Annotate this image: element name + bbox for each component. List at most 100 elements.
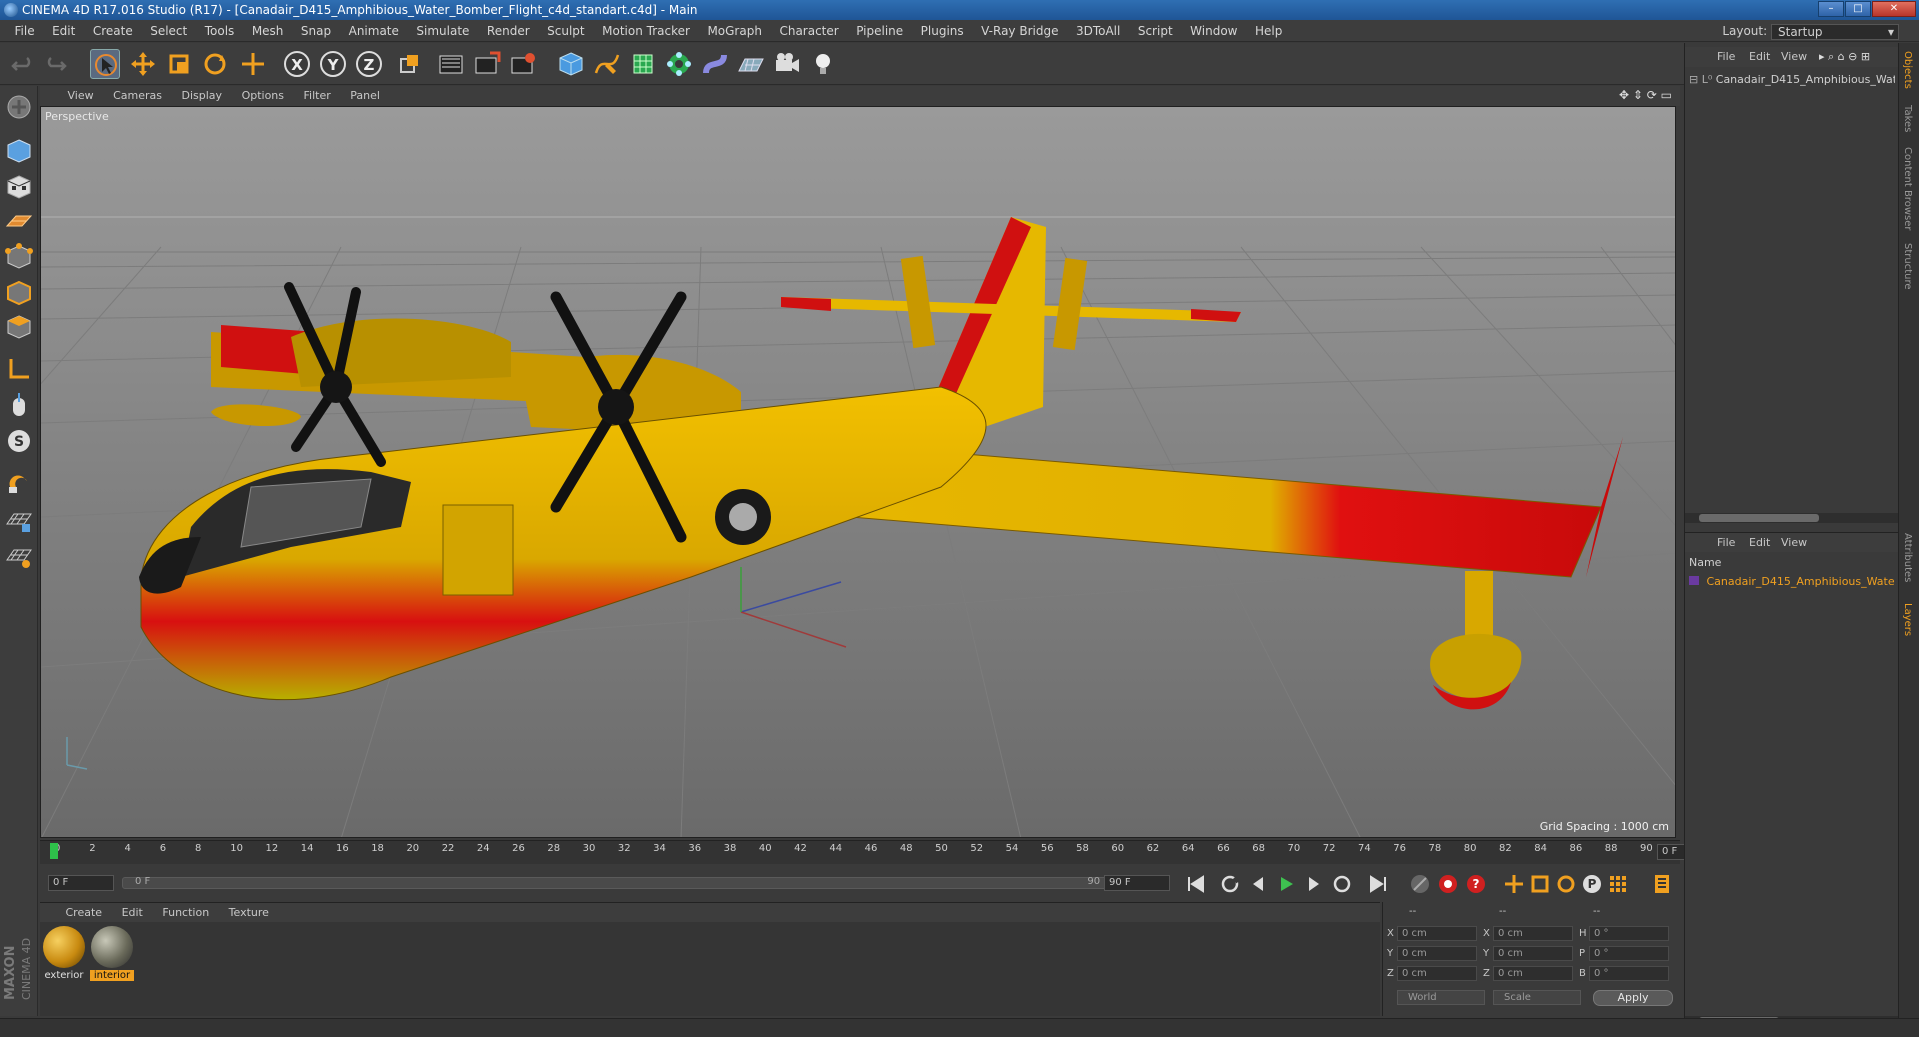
layer-menu-view[interactable]: View [1781, 533, 1807, 553]
menu-render[interactable]: Render [480, 20, 537, 42]
minimize-button[interactable]: – [1818, 1, 1844, 17]
motion-record-icon[interactable] [1408, 872, 1432, 896]
menu-create[interactable]: Create [86, 20, 140, 42]
menu-pipeline[interactable]: Pipeline [849, 20, 910, 42]
scale-tool-icon[interactable] [164, 49, 194, 79]
maximize-button[interactable]: □ [1845, 1, 1871, 17]
object-row[interactable]: ⊟ L⁰ Canadair_D415_Amphibious_Water_Bomb… [1689, 73, 1895, 86]
preview-range-slider[interactable]: 0 F 90 F [122, 876, 1122, 889]
recent-tool-icon[interactable] [238, 49, 268, 79]
texture-mode-icon[interactable] [4, 172, 34, 202]
go-to-start-icon[interactable] [1184, 872, 1208, 896]
side-tab-attributes[interactable]: Attributes [1902, 533, 1913, 582]
menu-select[interactable]: Select [143, 20, 194, 42]
rotation-b-field[interactable]: 0 ° [1589, 966, 1669, 981]
side-tab-takes[interactable]: Takes [1902, 105, 1913, 132]
next-keyframe-icon[interactable] [1330, 872, 1354, 896]
key-pla-icon[interactable] [1606, 872, 1630, 896]
menu-mograph[interactable]: MoGraph [700, 20, 769, 42]
menu-3dtoall[interactable]: 3DToAll [1069, 20, 1127, 42]
record-active-objects-icon[interactable] [1436, 872, 1460, 896]
material-menu-function[interactable]: Function [154, 903, 217, 923]
menu-sculpt[interactable]: Sculpt [540, 20, 591, 42]
side-tab-objects[interactable]: Objects [1902, 51, 1913, 89]
object-manager-scrollbar[interactable] [1685, 513, 1899, 523]
size-y-field[interactable]: 0 cm [1493, 946, 1573, 961]
autokeying-icon[interactable]: ? [1464, 872, 1488, 896]
position-x-field[interactable]: 0 cm [1397, 926, 1477, 941]
coordinate-mode-dropdown[interactable]: World [1397, 990, 1485, 1005]
render-settings-icon[interactable] [508, 49, 538, 79]
polygons-mode-icon[interactable] [4, 312, 34, 342]
undo-icon[interactable] [8, 49, 38, 79]
locked-workplane-icon[interactable] [4, 506, 34, 536]
side-tab-structure[interactable]: Structure [1902, 243, 1913, 290]
size-z-field[interactable]: 0 cm [1493, 966, 1573, 981]
timeline-playhead[interactable] [50, 843, 58, 859]
menu-animate[interactable]: Animate [342, 20, 406, 42]
y-axis-lock-icon[interactable]: Y [318, 49, 348, 79]
material-menu-edit[interactable]: Edit [114, 903, 151, 923]
size-x-field[interactable]: 0 cm [1493, 926, 1573, 941]
menu-simulate[interactable]: Simulate [409, 20, 476, 42]
menu-vray-bridge[interactable]: V-Ray Bridge [974, 20, 1065, 42]
next-frame-icon[interactable] [1302, 872, 1326, 896]
live-selection-icon[interactable] [90, 49, 120, 79]
cube-primitive-icon[interactable] [556, 49, 586, 79]
end-frame-field[interactable]: 90 F [1104, 875, 1170, 891]
layout-dropdown[interactable]: Startup ▾ [1771, 24, 1899, 40]
spline-pen-icon[interactable] [592, 49, 622, 79]
tweak-mode-icon[interactable] [4, 390, 34, 420]
workplane-grid-icon[interactable] [4, 542, 34, 572]
apply-button[interactable]: Apply [1593, 990, 1673, 1006]
menu-file[interactable]: File [8, 20, 42, 42]
viewport-menu-panel[interactable]: Panel [342, 86, 388, 106]
object-manager-tools-icons[interactable]: ▸ ⌕ ⌂ ⊖ ⊞ [1819, 47, 1870, 67]
object-menu-edit[interactable]: Edit [1749, 47, 1770, 67]
viewport-menu-options[interactable]: Options [234, 86, 292, 106]
redo-icon[interactable] [40, 49, 70, 79]
side-tab-layers[interactable]: Layers [1902, 603, 1913, 636]
viewport-menu-view[interactable]: View [60, 86, 102, 106]
layer-row[interactable]: Canadair_D415_Amphibious_Water_Bomber_Fl… [1689, 575, 1895, 588]
render-to-picture-viewer-icon[interactable] [472, 49, 502, 79]
magnet-icon[interactable] [4, 470, 34, 500]
x-axis-lock-icon[interactable]: X [282, 49, 312, 79]
light-icon[interactable] [808, 49, 838, 79]
material-exterior[interactable]: exterior [42, 926, 86, 981]
coordinate-system-icon[interactable] [394, 49, 424, 79]
previous-keyframe-icon[interactable] [1218, 872, 1242, 896]
subdivision-surface-icon[interactable] [628, 49, 658, 79]
object-menu-view[interactable]: View [1781, 47, 1807, 67]
menu-tools[interactable]: Tools [198, 20, 242, 42]
viewport-menu-display[interactable]: Display [174, 86, 231, 106]
key-parameter-icon[interactable]: P [1580, 872, 1604, 896]
key-position-icon[interactable] [1502, 872, 1526, 896]
floor-icon[interactable] [736, 49, 766, 79]
viewport-navigation-icons[interactable]: ✥ ⇕ ⟳ ▭ [1619, 88, 1672, 102]
key-scale-icon[interactable] [1528, 872, 1552, 896]
rotation-h-field[interactable]: 0 ° [1589, 926, 1669, 941]
key-rotation-icon[interactable] [1554, 872, 1578, 896]
menu-plugins[interactable]: Plugins [914, 20, 971, 42]
perspective-viewport[interactable]: Perspective Grid Spacing : 1000 cm [40, 106, 1676, 838]
model-mode-icon[interactable] [4, 136, 34, 166]
menu-character[interactable]: Character [772, 20, 845, 42]
axis-mode-icon[interactable] [4, 354, 34, 384]
material-menu-texture[interactable]: Texture [221, 903, 277, 923]
position-y-field[interactable]: 0 cm [1397, 946, 1477, 961]
menu-edit[interactable]: Edit [45, 20, 82, 42]
menu-mesh[interactable]: Mesh [245, 20, 291, 42]
edges-mode-icon[interactable] [4, 278, 34, 308]
points-mode-icon[interactable] [4, 242, 34, 272]
rotate-tool-icon[interactable] [200, 49, 230, 79]
layer-menu-edit[interactable]: Edit [1749, 533, 1770, 553]
layer-menu-file[interactable]: File [1717, 533, 1735, 553]
material-interior[interactable]: interior [90, 926, 134, 981]
menu-help[interactable]: Help [1248, 20, 1289, 42]
timeline-window-icon[interactable] [1650, 872, 1674, 896]
render-view-icon[interactable] [436, 49, 466, 79]
position-z-field[interactable]: 0 cm [1397, 966, 1477, 981]
timeline-ruler[interactable]: 0246810121416182022242628303234363840424… [40, 840, 1717, 864]
menu-script[interactable]: Script [1131, 20, 1180, 42]
